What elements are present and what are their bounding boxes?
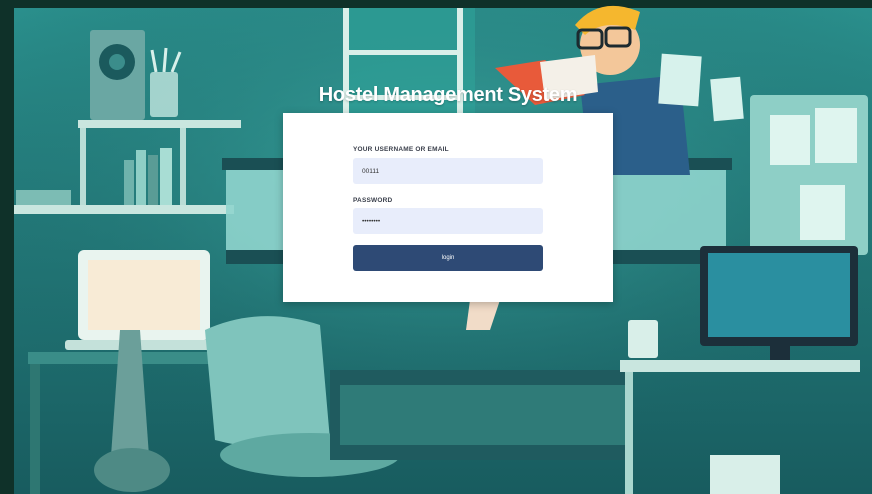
- right-desk: [620, 360, 860, 372]
- login-page: Hostel Management System YOUR USERNAME O…: [0, 0, 872, 494]
- username-label: YOUR USERNAME OR EMAIL: [353, 146, 449, 153]
- username-field[interactable]: [353, 158, 543, 184]
- shelf-top: [78, 120, 241, 128]
- password-field[interactable]: [353, 208, 543, 234]
- shelf-bottom: [14, 205, 234, 214]
- app-title: Hostel Management System: [318, 84, 578, 106]
- mug: [628, 320, 658, 358]
- pencil-cup: [150, 72, 178, 117]
- chair-back: [205, 316, 330, 448]
- login-card: YOUR USERNAME OR EMAIL PASSWORD login: [283, 113, 613, 302]
- login-button[interactable]: login: [353, 245, 543, 271]
- password-label: PASSWORD: [353, 197, 393, 204]
